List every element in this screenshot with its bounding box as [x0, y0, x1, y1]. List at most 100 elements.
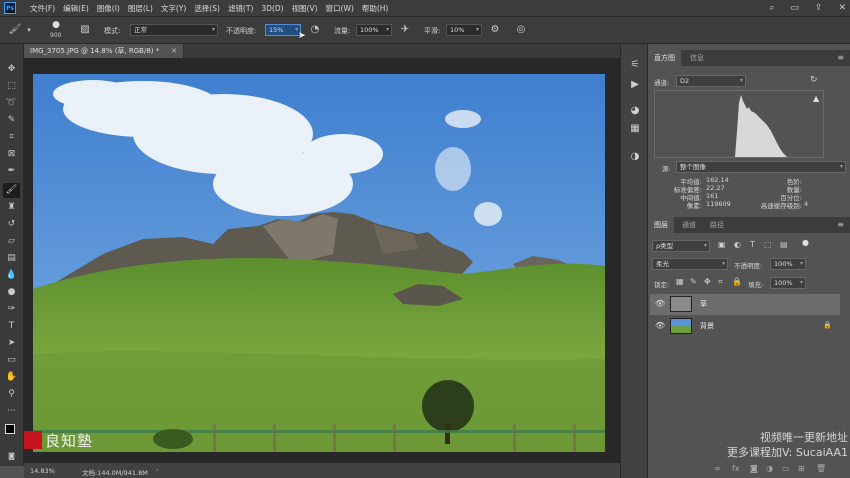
lasso-tool-icon[interactable]: ➰ — [3, 96, 20, 111]
chevron-down-icon[interactable]: ▾ — [22, 23, 36, 37]
flow-input[interactable]: 100% ▾ — [356, 24, 392, 36]
menu-help[interactable]: 帮助(H) — [362, 3, 389, 14]
move-tool-icon[interactable]: ✥ — [3, 62, 20, 77]
lock-image-icon[interactable]: ✎ — [690, 277, 697, 286]
menu-edit[interactable]: 编辑(E) — [63, 3, 89, 14]
quick-select-tool-icon[interactable]: ✎ — [3, 113, 20, 128]
delete-layer-icon[interactable]: 🗑 — [816, 464, 826, 473]
channel-select[interactable]: D2 ▾ — [676, 75, 746, 87]
crop-tool-icon[interactable]: ⌗ — [3, 130, 20, 145]
lock-transparent-icon[interactable]: ▦ — [676, 277, 684, 286]
close-icon[interactable]: ✕ — [838, 3, 846, 13]
opacity-input[interactable]: 15% ▾ — [265, 24, 301, 36]
layer-name: 草 — [700, 300, 707, 308]
type-tool-icon[interactable]: T — [3, 319, 20, 334]
group-icon[interactable]: ▭ — [782, 464, 790, 473]
history-brush-tool-icon[interactable]: ↺ — [3, 217, 20, 232]
source-select[interactable]: 整个图像 ▾ — [676, 161, 846, 173]
gradient-tool-icon[interactable]: ▤ — [3, 251, 20, 266]
tab-histogram[interactable]: 直方图 — [648, 50, 681, 66]
foreground-color-swatch[interactable] — [5, 424, 15, 434]
filter-adjustment-icon[interactable]: ◐ — [734, 240, 741, 249]
gear-icon[interactable]: ⚙ — [488, 23, 502, 37]
chevron-right-icon[interactable]: › — [156, 466, 159, 474]
visibility-eye-icon[interactable]: 👁 — [655, 299, 665, 308]
panel-menu-icon[interactable]: ≡ — [837, 53, 844, 62]
fill-input[interactable]: 100% ▾ — [770, 277, 806, 289]
marquee-tool-icon[interactable]: ⬚ — [3, 79, 20, 94]
adjustments-icon[interactable]: ◑ — [627, 150, 643, 164]
filter-pixel-icon[interactable]: ▣ — [718, 240, 726, 249]
document-tab[interactable]: IMG_3705.JPG @ 14.8% (草, RGB/8) * ✕ — [24, 44, 184, 58]
share-icon[interactable]: ⇪ — [815, 3, 823, 13]
tab-channels[interactable]: 通道 — [676, 217, 702, 233]
canvas-area[interactable] — [24, 58, 620, 462]
tab-paths[interactable]: 路径 — [704, 217, 730, 233]
play-icon[interactable]: ▶ — [627, 78, 643, 92]
panel-menu-icon[interactable]: ≡ — [837, 220, 844, 229]
filter-type-icon[interactable]: T — [750, 240, 755, 249]
menu-file[interactable]: 文件(F) — [30, 3, 55, 14]
eyedropper-tool-icon[interactable]: ✒ — [3, 164, 20, 179]
menu-window[interactable]: 窗口(W) — [326, 3, 354, 14]
document-photo[interactable] — [33, 74, 605, 452]
layer-row-background[interactable]: 👁 背景 🔒 — [650, 316, 840, 337]
filter-shape-icon[interactable]: ⬚ — [764, 240, 772, 249]
close-icon[interactable]: ✕ — [171, 44, 177, 58]
stat-cache-label: 高速缓存级别: — [760, 202, 802, 210]
tab-layers[interactable]: 图层 — [648, 217, 674, 233]
airbrush-icon[interactable]: ✈ — [398, 23, 412, 37]
layer-opacity-input[interactable]: 100% ▾ — [770, 258, 806, 270]
pressure-size-icon[interactable]: ◎ — [514, 23, 528, 37]
brush-tool-icon[interactable]: 🖌 — [8, 23, 22, 37]
brush-settings-panel-icon[interactable]: ⚟ — [627, 58, 643, 72]
dodge-tool-icon[interactable]: ● — [3, 285, 20, 300]
tab-info[interactable]: 信息 — [684, 50, 710, 66]
workspace-icon[interactable]: ▭ — [790, 3, 799, 13]
blend-mode-select[interactable]: 柔光 ▾ — [652, 258, 728, 270]
pressure-opacity-icon[interactable]: ◔ — [308, 23, 322, 37]
lock-artboard-icon[interactable]: ⌗ — [718, 277, 723, 287]
rectangle-tool-icon[interactable]: ▭ — [3, 353, 20, 368]
filter-smart-object-icon[interactable]: ▤ — [780, 240, 788, 249]
visibility-eye-icon[interactable]: 👁 — [655, 321, 665, 330]
more-tools-icon[interactable]: ··· — [3, 404, 20, 419]
layer-style-icon[interactable]: fx — [732, 464, 740, 473]
refresh-icon[interactable]: ↻ — [810, 75, 818, 85]
lock-position-icon[interactable]: ✥ — [704, 277, 711, 286]
menu-image[interactable]: 图像(I) — [97, 3, 120, 14]
link-layers-icon[interactable]: ∞ — [714, 464, 721, 473]
blur-tool-icon[interactable]: 💧 — [3, 268, 20, 283]
color-wheel-icon[interactable]: ◕ — [627, 104, 643, 118]
adjustment-layer-icon[interactable]: ◑ — [766, 464, 773, 473]
smoothing-input[interactable]: 10% ▾ — [446, 24, 482, 36]
add-mask-icon[interactable]: ◙ — [750, 464, 758, 473]
menu-type[interactable]: 文字(Y) — [161, 3, 186, 14]
brush-settings-icon[interactable]: ▨ — [78, 23, 92, 37]
menu-select[interactable]: 选择(S) — [194, 3, 220, 14]
search-icon[interactable]: ⌕ — [769, 3, 774, 13]
new-layer-icon[interactable]: ⊞ — [798, 464, 805, 473]
brush-preview-icon[interactable]: ● — [48, 20, 64, 32]
pen-tool-icon[interactable]: ✑ — [3, 302, 20, 317]
path-select-tool-icon[interactable]: ➤ — [3, 336, 20, 351]
lock-all-icon[interactable]: 🔒 — [732, 277, 742, 286]
quick-mask-icon[interactable]: ◙ — [3, 449, 20, 464]
layer-row-grass[interactable]: 👁 草 — [650, 294, 840, 315]
eraser-tool-icon[interactable]: ▱ — [3, 234, 20, 249]
menu-layer[interactable]: 图层(L) — [128, 3, 153, 14]
menu-filter[interactable]: 滤镜(T) — [228, 3, 253, 14]
menu-3d[interactable]: 3D(D) — [261, 4, 283, 13]
brush-tool-icon[interactable]: 🖌 — [3, 183, 20, 198]
chevron-down-icon: ▾ — [385, 26, 389, 33]
frame-tool-icon[interactable]: ⊠ — [3, 147, 20, 162]
mode-select[interactable]: 正常 ▾ — [130, 24, 218, 36]
zoom-level[interactable]: 14.83% — [30, 467, 55, 475]
layer-filter-select[interactable]: ρ类型 ▾ — [652, 240, 710, 252]
swatches-icon[interactable]: ▦ — [627, 122, 643, 136]
zoom-tool-icon[interactable]: ⚲ — [3, 387, 20, 402]
filter-toggle-icon[interactable]: ● — [802, 238, 809, 247]
menu-view[interactable]: 视图(V) — [292, 3, 318, 14]
hand-tool-icon[interactable]: ✋ — [3, 370, 20, 385]
stamp-tool-icon[interactable]: ♜ — [3, 200, 20, 215]
